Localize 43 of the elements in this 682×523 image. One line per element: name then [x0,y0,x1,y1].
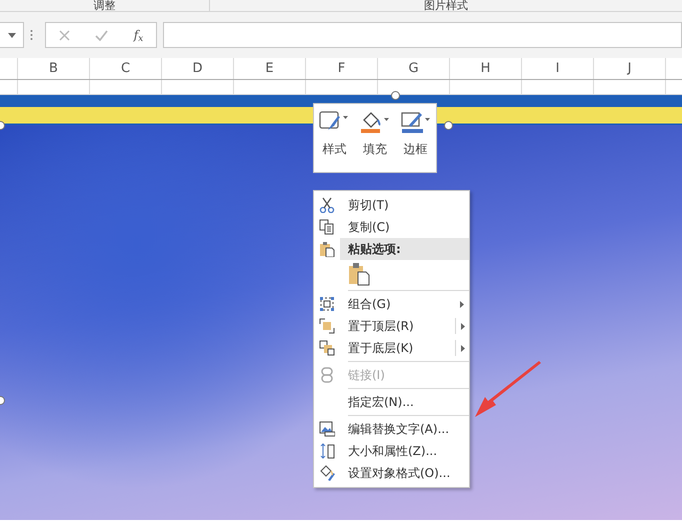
paste-options-heading: 粘贴选项: [340,238,469,260]
mini-toolbar-button[interactable]: 边框 [398,110,433,172]
ribbon-group-label: 调整 [93,0,116,11]
menu-item[interactable]: 编辑替换文字(A)... [314,418,469,440]
column-header[interactable]: I [522,58,594,79]
bring-to-front-icon [319,318,335,334]
format-brush-icon [319,465,335,481]
column-header[interactable]: C [90,58,162,79]
column-header[interactable]: J [594,58,666,79]
column-header[interactable]: B [18,58,90,79]
name-box-dropdown[interactable] [0,22,24,48]
mini-toolbar-button[interactable]: 样式 [317,110,352,172]
scissors-icon [319,197,335,213]
column-header[interactable]: D [162,58,234,79]
caret-icon [8,32,16,38]
size-icon [319,443,335,459]
send-to-back-icon [319,340,335,356]
close-icon [58,30,70,40]
column-header[interactable]: F [306,58,378,79]
copy-icon [319,219,335,235]
column-header[interactable]: H [450,58,522,79]
formula-input[interactable] [163,22,682,48]
picture-alt-text-icon [319,421,335,437]
menu-item[interactable]: 设置对象格式(O)... [314,462,469,484]
menu-item[interactable]: 指定宏(N)... [314,391,469,413]
clipboard-icon [319,241,335,257]
menu-item[interactable]: 复制(C) [314,216,469,238]
clipboard-icon [348,262,370,286]
menu-item[interactable]: 大小和属性(Z)... [314,440,469,462]
menu-item[interactable]: 剪切(T) [314,194,469,216]
selection-handle[interactable] [391,91,400,100]
paste-button[interactable] [348,262,370,286]
insert-function-button[interactable]: f$_{x}$ [134,26,144,44]
menu-item[interactable]: 置于顶层(R) [314,315,469,337]
column-header[interactable]: E [234,58,306,79]
grip-icon [30,29,33,41]
column-header[interactable]: G [378,58,450,79]
menu-item[interactable]: 组合(G) [314,293,469,315]
mini-toolbar-button[interactable]: 填充 [358,110,392,172]
menu-item[interactable]: 置于底层(K) [314,337,469,359]
ribbon-group-label: 图片样式 [424,0,468,11]
group-icon [319,296,335,312]
check-icon [95,30,108,40]
